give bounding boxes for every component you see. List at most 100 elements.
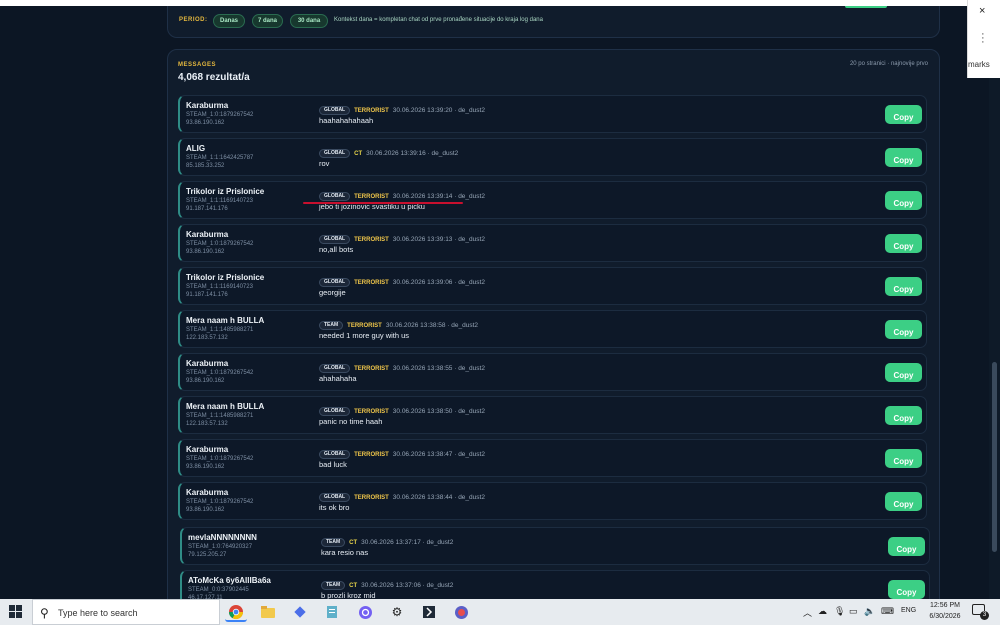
scope-badge: GLOBAL xyxy=(319,450,351,460)
clock-date[interactable]: 6/30/2026 xyxy=(924,613,966,620)
settings-icon[interactable]: ⚙ xyxy=(386,602,408,622)
steam-id: STEAM_1:1:1485988271 xyxy=(186,327,254,333)
battery-icon[interactable]: ▭ xyxy=(849,606,858,617)
player-name[interactable]: AToMcKa 6y6AllIBa6a xyxy=(188,576,271,585)
player-name[interactable]: Karaburma xyxy=(186,359,228,368)
team-badge: CT xyxy=(349,539,358,546)
message-row: Karaburma STEAM_1:0:1879267542 93.86.190.1… xyxy=(178,95,927,133)
message-timestamp: 30.06.2026 13:39:16 · de_dust2 xyxy=(366,150,459,158)
start-icon[interactable] xyxy=(9,605,23,619)
notification-count: 3 xyxy=(980,611,989,620)
message-timestamp: 30.06.2026 13:37:17 · de_dust2 xyxy=(361,539,454,547)
scrollbar-thumb[interactable] xyxy=(992,362,997,552)
viber-icon[interactable] xyxy=(354,602,376,622)
team-badge: TERRORIST xyxy=(354,193,389,200)
copy-button[interactable]: Copy xyxy=(885,492,922,511)
steam-icon[interactable] xyxy=(418,602,440,622)
ip-address: 122.183.57.132 xyxy=(186,335,228,341)
microphone-icon[interactable]: 🎙 xyxy=(834,606,845,617)
copy-button[interactable]: Copy xyxy=(885,363,922,382)
copy-button[interactable]: Copy xyxy=(885,449,922,468)
notification-icon[interactable]: 3 xyxy=(972,604,989,620)
message-row: mevlaNNNNNNNN STEAM_1:0:764920327 79.125.2… xyxy=(180,527,930,565)
team-badge: TERRORIST xyxy=(354,236,389,243)
scope-badge: GLOBAL xyxy=(319,192,351,202)
close-icon[interactable]: × xyxy=(979,5,985,17)
steam-id: STEAM_1:1:1642425787 xyxy=(186,155,254,161)
notepad-icon[interactable] xyxy=(321,602,343,622)
message-row: Trikolor iz Prislonice STEAM_1:1:11691407… xyxy=(178,181,927,219)
message-meta: GLOBAL CT 30.06.2026 13:39:16 · de_dust2 xyxy=(319,145,459,159)
player-name[interactable]: mevlaNNNNNNNN xyxy=(188,533,257,542)
team-badge: TERRORIST xyxy=(354,408,389,415)
message-row: Karaburma STEAM_1:0:1879267542 93.86.190.1… xyxy=(178,439,927,477)
message-list: Karaburma STEAM_1:0:1879267542 93.86.190.1… xyxy=(168,50,939,599)
period-label: PERIOD: xyxy=(179,17,208,23)
steam-id: STEAM_1:1:1485988271 xyxy=(186,413,254,419)
clock-time[interactable]: 12:56 PM xyxy=(928,602,962,609)
player-name[interactable]: Mera naam h BULLA xyxy=(186,316,264,325)
copy-button[interactable]: Copy xyxy=(885,320,922,339)
chevron-up-icon[interactable]: ︿ xyxy=(803,606,812,619)
player-name[interactable]: ALIG xyxy=(186,144,205,153)
language-indicator[interactable]: ENG xyxy=(901,607,916,614)
ip-address: 93.86.190.162 xyxy=(186,507,225,513)
green-button-edge[interactable] xyxy=(845,6,887,8)
player-name[interactable]: Karaburma xyxy=(186,101,228,110)
message-row: Mera naam h BULLA STEAM_1:1:1485988271 122… xyxy=(178,310,927,348)
copy-button[interactable]: Copy xyxy=(885,234,922,253)
ip-address: 79.125.205.27 xyxy=(188,552,227,558)
copy-button[interactable]: Copy xyxy=(885,191,922,210)
copy-button[interactable]: Copy xyxy=(888,580,925,599)
speaker-icon[interactable]: 🔈 xyxy=(864,606,875,617)
team-badge: TERRORIST xyxy=(354,494,389,501)
message-timestamp: 30.06.2026 13:38:58 · de_dust2 xyxy=(385,322,479,330)
onedrive-icon[interactable]: ☁ xyxy=(818,606,827,617)
file-explorer-icon[interactable] xyxy=(257,602,279,622)
team-badge: CT xyxy=(354,150,363,157)
side-popup: × · · · marks xyxy=(967,0,1000,78)
message-row: Karaburma STEAM_1:0:1879267542 93.86.190.1… xyxy=(178,224,927,262)
period-chip-today[interactable]: Danas xyxy=(213,14,245,28)
page-content: PERIOD: Danas 7 dana 30 dana Kontekst da… xyxy=(0,6,967,599)
player-name[interactable]: Mera naam h BULLA xyxy=(186,402,264,411)
media-icon[interactable] xyxy=(450,602,472,622)
steam-id: STEAM_0:0:37902445 xyxy=(188,587,249,593)
message-text: georgije xyxy=(319,288,346,297)
scope-badge: GLOBAL xyxy=(319,493,351,503)
period-chip-7-days[interactable]: 7 dana xyxy=(252,14,283,28)
copy-button[interactable]: Copy xyxy=(885,277,922,296)
message-text: panic no time haah xyxy=(319,417,383,426)
player-name[interactable]: Karaburma xyxy=(186,445,228,454)
message-timestamp: 30.06.2026 13:37:06 · de_dust2 xyxy=(361,582,454,590)
period-note: Kontekst dana = kompletan chat od prve p… xyxy=(334,17,543,23)
copy-button[interactable]: Copy xyxy=(885,105,922,124)
message-text: its ok bro xyxy=(319,503,350,512)
more-options-icon[interactable]: · · · xyxy=(981,29,985,48)
player-name[interactable]: Karaburma xyxy=(186,230,228,239)
scope-badge: GLOBAL xyxy=(319,364,351,374)
message-text: no,all bots xyxy=(319,245,354,254)
keyboard-icon[interactable]: ⌨ xyxy=(881,606,894,617)
message-meta: GLOBAL TERRORIST 30.06.2026 13:39:14 · de_… xyxy=(319,188,485,202)
message-text: b prozli kroz mid xyxy=(321,591,376,599)
chrome-icon[interactable] xyxy=(225,602,247,622)
message-timestamp: 30.06.2026 13:38:55 · de_dust2 xyxy=(392,365,485,373)
player-name[interactable]: Trikolor iz Prislonice xyxy=(186,273,264,282)
taskbar-search[interactable]: ⚲ Type here to search xyxy=(32,599,220,625)
player-name[interactable]: Trikolor iz Prislonice xyxy=(186,187,264,196)
message-meta: TEAM CT 30.06.2026 13:37:06 · de_dust2 xyxy=(321,577,454,591)
period-chip-30-days[interactable]: 30 dana xyxy=(290,14,328,28)
ip-address: 91.187.141.176 xyxy=(186,206,228,212)
message-text: rov xyxy=(319,159,330,168)
kodi-icon[interactable] xyxy=(289,602,311,622)
windows-taskbar: ⚲ Type here to search ⚙ ︿ ☁ 🎙 ▭ 🔈 ⌨ ENG … xyxy=(0,599,1000,625)
copy-button[interactable]: Copy xyxy=(885,406,922,425)
message-meta: TEAM TERRORIST 30.06.2026 13:38:58 · de_du… xyxy=(319,317,479,331)
player-name[interactable]: Karaburma xyxy=(186,488,228,497)
message-row: ALIG STEAM_1:1:1642425787 85.185.33.252 GLO… xyxy=(178,138,927,176)
copy-button[interactable]: Copy xyxy=(888,537,925,556)
copy-button[interactable]: Copy xyxy=(885,148,922,167)
steam-id: STEAM_1:0:1879267542 xyxy=(186,370,254,376)
steam-id: STEAM_1:1:1169140723 xyxy=(186,198,253,204)
